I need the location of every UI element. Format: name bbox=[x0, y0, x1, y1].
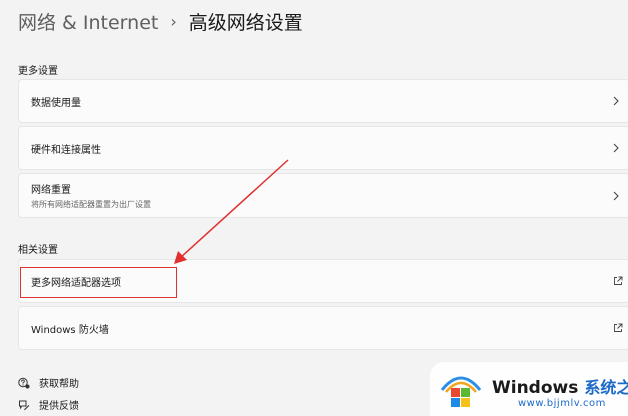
annotation-highlight-box bbox=[20, 267, 177, 298]
windows-logo-icon bbox=[440, 376, 482, 407]
watermark-url: www.bjjmlv.com bbox=[518, 398, 606, 409]
settings-item-label: 网络重置 bbox=[31, 185, 71, 196]
external-link-icon bbox=[614, 276, 623, 285]
breadcrumb-parent[interactable]: 网络 & Internet bbox=[18, 8, 158, 35]
settings-item-data-usage[interactable]: 数据使用量 bbox=[18, 79, 628, 123]
settings-item-label: 数据使用量 bbox=[31, 97, 81, 109]
settings-item-network-reset[interactable]: 网络重置 将所有网络适配器重置为出厂设置 bbox=[18, 173, 628, 218]
settings-item-hardware-properties[interactable]: 硬件和连接属性 bbox=[18, 126, 628, 170]
feedback-icon bbox=[19, 400, 30, 410]
section-label-more-settings: 更多设置 bbox=[18, 66, 58, 77]
help-icon bbox=[18, 377, 30, 388]
get-help-link[interactable]: 获取帮助 bbox=[18, 375, 79, 390]
page-title: 高级网络设置 bbox=[188, 11, 303, 34]
chevron-right-icon bbox=[613, 143, 619, 153]
watermark: Windows 系统之家 www.bjjmlv.com bbox=[430, 362, 628, 416]
external-link-icon bbox=[614, 323, 623, 332]
chevron-right-icon bbox=[613, 191, 619, 200]
watermark-brand-en: Windows bbox=[492, 378, 579, 398]
give-feedback-label: 提供反馈 bbox=[39, 401, 79, 412]
watermark-brand-cn: 系统之家 bbox=[584, 378, 628, 397]
settings-item-label: Windows 防火墙 bbox=[31, 324, 109, 336]
give-feedback-link[interactable]: 提供反馈 bbox=[18, 397, 79, 412]
get-help-label: 获取帮助 bbox=[39, 379, 79, 390]
watermark-brand: Windows 系统之家 bbox=[492, 374, 628, 398]
breadcrumb-separator-icon: › bbox=[170, 11, 177, 31]
section-label-related-settings: 相关设置 bbox=[18, 245, 58, 256]
settings-item-windows-firewall[interactable]: Windows 防火墙 bbox=[18, 306, 628, 350]
settings-item-description: 将所有网络适配器重置为出厂设置 bbox=[31, 200, 151, 209]
breadcrumb: 网络 & Internet › 高级网络设置 bbox=[18, 8, 303, 34]
chevron-right-icon bbox=[613, 96, 619, 106]
settings-item-label: 硬件和连接属性 bbox=[31, 144, 101, 156]
